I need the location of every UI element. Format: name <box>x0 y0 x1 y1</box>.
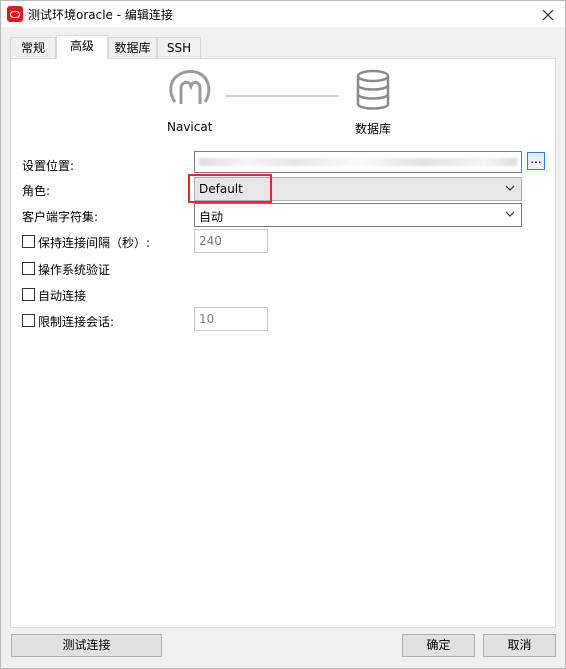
location-label: 设置位置: <box>22 159 75 173</box>
role-label: 角色: <box>22 184 51 198</box>
window-title: 测试环境oracle - 编辑连接 <box>28 8 173 22</box>
keepalive-checkbox[interactable] <box>22 235 35 248</box>
os-auth-label: 操作系统验证 <box>38 263 111 277</box>
connection-line <box>225 95 339 97</box>
charset-select[interactable]: 自动 <box>194 203 522 227</box>
redacted-path <box>199 158 517 166</box>
ok-button[interactable]: 确定 <box>402 634 475 657</box>
navicat-label: Navicat <box>167 120 213 134</box>
tab-database-label: 数据库 <box>114 41 151 55</box>
database-icon <box>356 69 390 110</box>
browse-location-button[interactable]: ... <box>527 152 545 170</box>
role-select[interactable]: Default <box>194 177 522 201</box>
tab-advanced-label: 高级 <box>69 39 94 53</box>
chevron-down-icon <box>505 185 515 191</box>
title-bar: 测试环境oracle - 编辑连接 <box>1 1 565 27</box>
tab-advanced[interactable]: 高级 <box>56 35 108 59</box>
database-label: 数据库 <box>355 122 392 136</box>
tab-general-label: 常规 <box>20 41 45 55</box>
tab-database[interactable]: 数据库 <box>108 37 157 58</box>
cancel-button[interactable]: 取消 <box>483 634 556 657</box>
tab-ssh-label: SSH <box>166 41 192 55</box>
autoconnect-label: 自动连接 <box>38 289 87 303</box>
autoconnect-checkbox[interactable] <box>22 288 35 301</box>
test-connection-button[interactable]: 测试连接 <box>11 634 162 657</box>
keepalive-input[interactable]: 240 <box>194 229 268 253</box>
limit-sessions-label: 限制连接会话: <box>38 315 115 329</box>
tab-general[interactable]: 常规 <box>10 37 56 58</box>
cancel-label: 取消 <box>507 638 532 652</box>
test-connection-label: 测试连接 <box>62 638 111 652</box>
tab-ssh[interactable]: SSH <box>157 37 201 58</box>
charset-value: 自动 <box>199 210 224 224</box>
limit-sessions-checkbox[interactable] <box>22 314 35 327</box>
keepalive-value: 240 <box>199 234 222 248</box>
advanced-panel <box>10 58 556 628</box>
limit-sessions-input[interactable]: 10 <box>194 307 268 331</box>
edit-connection-dialog: 测试环境oracle - 编辑连接 常规 高级 数据库 SSH Navicat … <box>0 0 566 669</box>
browse-ellipsis: ... <box>530 152 542 166</box>
navicat-icon <box>169 69 211 104</box>
chevron-down-icon <box>505 211 515 217</box>
keepalive-label: 保持连接间隔（秒）: <box>38 236 151 250</box>
close-icon <box>542 9 554 20</box>
oracle-app-icon <box>7 6 23 22</box>
role-value: Default <box>199 182 243 196</box>
ok-label: 确定 <box>426 638 451 652</box>
location-field[interactable] <box>194 151 522 173</box>
charset-label: 客户端字符集: <box>22 210 99 224</box>
limit-sessions-value: 10 <box>199 312 215 326</box>
os-auth-checkbox[interactable] <box>22 262 35 275</box>
close-button[interactable] <box>531 1 565 27</box>
